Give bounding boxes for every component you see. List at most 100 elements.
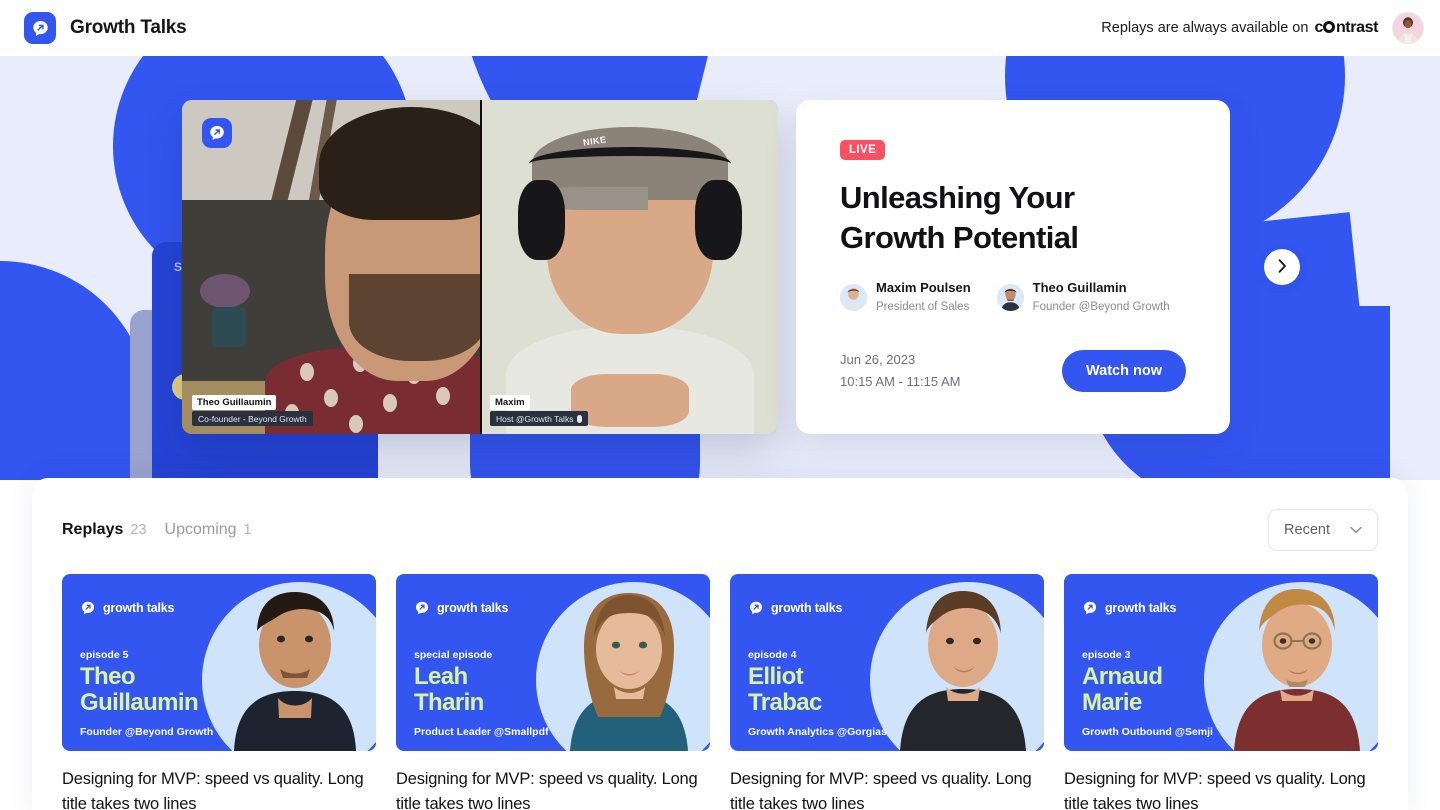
tab-replays[interactable]: Replays 23	[62, 521, 147, 539]
video-bg-decor	[211, 307, 246, 348]
page-title: Unleashing Your Growth Potential	[840, 180, 1079, 255]
growth-talks-logo-icon	[81, 601, 95, 615]
panel-toolbar: Replays 23 Upcoming 1 Recent	[62, 508, 1378, 552]
participant-role-text: Co-founder - Beyond Growth	[198, 413, 307, 424]
tab-list: Replays 23 Upcoming 1	[62, 521, 252, 539]
replay-card-title: Designing for MVP: speed vs quality. Lon…	[730, 770, 1032, 810]
status-badge: LIVE	[840, 140, 886, 160]
participant-headphone-band	[529, 146, 731, 180]
hero-info-card: LIVE Unleashing Your Growth Potential Ma…	[796, 100, 1230, 434]
decor-blob	[1270, 306, 1390, 480]
thumb-brand-label: growth talks	[103, 601, 175, 615]
replay-card[interactable]: growth talks episode 5 Theo Guillaumin F…	[62, 574, 376, 810]
event-date: Jun 26, 2023	[840, 352, 916, 368]
thumb-speaker-name: Theo Guillaumin	[80, 663, 199, 717]
contrast-logo[interactable]: c ntrast	[1314, 19, 1378, 37]
tab-upcoming-label: Upcoming	[164, 521, 237, 538]
carousel-next-button[interactable]	[1264, 249, 1300, 285]
chevron-down-icon	[1350, 521, 1362, 539]
replay-card-title: Designing for MVP: speed vs quality. Lon…	[62, 770, 364, 810]
avatar	[840, 284, 867, 312]
brand-name: Growth Talks	[70, 17, 187, 38]
thumb-brand-label: growth talks	[437, 601, 509, 615]
thumb-speaker-role: Product Leader @Smallpdf	[414, 726, 549, 738]
user-avatar[interactable]	[1392, 12, 1424, 44]
tab-replays-label: Replays	[62, 521, 124, 538]
speaker-name: Maxim Poulsen	[876, 280, 971, 296]
speaker-portrait	[900, 591, 1026, 751]
cap-logo-icon: NIKE	[582, 133, 608, 148]
speaker-list: Maxim Poulsen President of Sales Theo Gu…	[840, 279, 1186, 316]
tab-upcoming[interactable]: Upcoming 1	[165, 521, 252, 539]
microphone-icon	[577, 414, 583, 423]
video-player[interactable]: Theo Guillaumin Co-founder - Beyond Grow…	[182, 100, 778, 434]
video-tile-left[interactable]: Theo Guillaumin Co-founder - Beyond Grow…	[182, 100, 480, 434]
participant-name: Theo Guillaumin	[192, 395, 277, 410]
replay-thumbnail: growth talks episode 3 Arnaud Marie Grow…	[1064, 574, 1378, 751]
brand[interactable]: Growth Talks	[24, 12, 187, 44]
contrast-logo-post: ntrast	[1335, 19, 1378, 36]
schedule-row: Jun 26, 2023 10:15 AM - 11:15 AM Watch n…	[840, 349, 1186, 392]
thumb-brand: growth talks	[414, 600, 508, 616]
replay-availability-note: Replays are always available on c ntrast	[1101, 19, 1378, 37]
event-time: 10:15 AM - 11:15 AM	[840, 373, 961, 389]
replay-card[interactable]: growth talks special episode Leah Tharin…	[396, 574, 710, 810]
speaker-role: Founder @Beyond Growth	[1032, 301, 1170, 314]
participant-headphone-right	[695, 180, 743, 261]
video-bg-decor	[199, 273, 250, 308]
speaker-role: President of Sales	[876, 301, 970, 314]
growth-talks-logo-icon	[24, 12, 56, 44]
participant-name: Maxim	[490, 395, 530, 410]
sort-dropdown-value: Recent	[1284, 522, 1330, 538]
participant-nametag: Theo Guillaumin Co-founder - Beyond Grow…	[192, 392, 313, 426]
participant-role-text: Host @Growth Talks	[496, 413, 574, 424]
replay-card[interactable]: growth talks episode 3 Arnaud Marie Grow…	[1064, 574, 1378, 810]
decor-blob	[0, 261, 150, 480]
replay-thumbnail: growth talks special episode Leah Tharin…	[396, 574, 710, 751]
replay-card-grid: growth talks episode 5 Theo Guillaumin F…	[62, 574, 1378, 810]
header-right: Replays are always available on c ntrast	[1101, 12, 1424, 44]
participant-hands	[570, 373, 690, 428]
growth-talks-logo-icon	[415, 601, 429, 615]
thumb-speaker-name: Arnaud Marie	[1082, 663, 1163, 717]
speaker-item: Theo Guillamin Founder @Beyond Growth	[996, 279, 1170, 316]
participant-role: Co-founder - Beyond Growth	[192, 411, 313, 426]
replay-card-title: Designing for MVP: speed vs quality. Lon…	[396, 770, 698, 810]
tab-replays-count: 23	[130, 522, 147, 538]
contrast-logo-pre: c	[1314, 19, 1323, 36]
schedule-text: Jun 26, 2023 10:15 AM - 11:15 AM	[840, 349, 960, 392]
growth-talks-logo-icon	[1083, 601, 1097, 615]
thumb-episode: episode 4	[748, 649, 797, 661]
thumb-speaker-name: Leah Tharin	[414, 663, 484, 717]
video-tile-right[interactable]: NIKE Maxim Host @Growth Talks	[480, 100, 778, 434]
thumb-speaker-name: Elliot Trabac	[748, 663, 822, 717]
speaker-text: Theo Guillamin Founder @Beyond Growth	[1033, 279, 1170, 316]
thumb-brand: growth talks	[80, 600, 174, 616]
thumb-brand: growth talks	[1082, 600, 1176, 616]
tab-upcoming-count: 1	[243, 522, 252, 538]
replays-panel: Replays 23 Upcoming 1 Recent growth talk…	[32, 478, 1408, 810]
speaker-portrait	[234, 592, 356, 751]
sort-dropdown[interactable]: Recent	[1268, 509, 1378, 551]
thumb-speaker-role: Founder @Beyond Growth	[80, 726, 214, 738]
replay-card[interactable]: growth talks episode 4 Elliot Trabac Gro…	[730, 574, 1044, 810]
participant-role: Host @Growth Talks	[490, 411, 589, 426]
speaker-name: Theo Guillamin	[1032, 280, 1127, 296]
watch-now-button[interactable]: Watch now	[1062, 349, 1186, 392]
participant-nametag: Maxim Host @Growth Talks	[490, 392, 589, 426]
thumb-episode: episode 3	[1082, 649, 1131, 661]
thumb-brand-label: growth talks	[771, 601, 843, 615]
replay-thumbnail: growth talks episode 4 Elliot Trabac Gro…	[730, 574, 1044, 751]
thumb-episode: special episode	[414, 649, 493, 661]
thumb-speaker-role: Growth Analytics @Gorgias	[748, 726, 887, 738]
thumb-speaker-role: Growth Outbound @Semji	[1082, 726, 1213, 738]
replay-note-text: Replays are always available on	[1101, 20, 1309, 36]
growth-talks-logo-icon	[749, 601, 763, 615]
chevron-right-icon	[1278, 258, 1287, 276]
speaker-item: Maxim Poulsen President of Sales	[840, 279, 971, 316]
speaker-text: Maxim Poulsen President of Sales	[876, 279, 971, 316]
thumb-brand-label: growth talks	[1105, 601, 1177, 615]
contrast-o-ring-icon	[1323, 21, 1336, 33]
speaker-portrait	[570, 593, 688, 751]
app-root: Growth Talks Replays are always availabl…	[0, 0, 1440, 810]
